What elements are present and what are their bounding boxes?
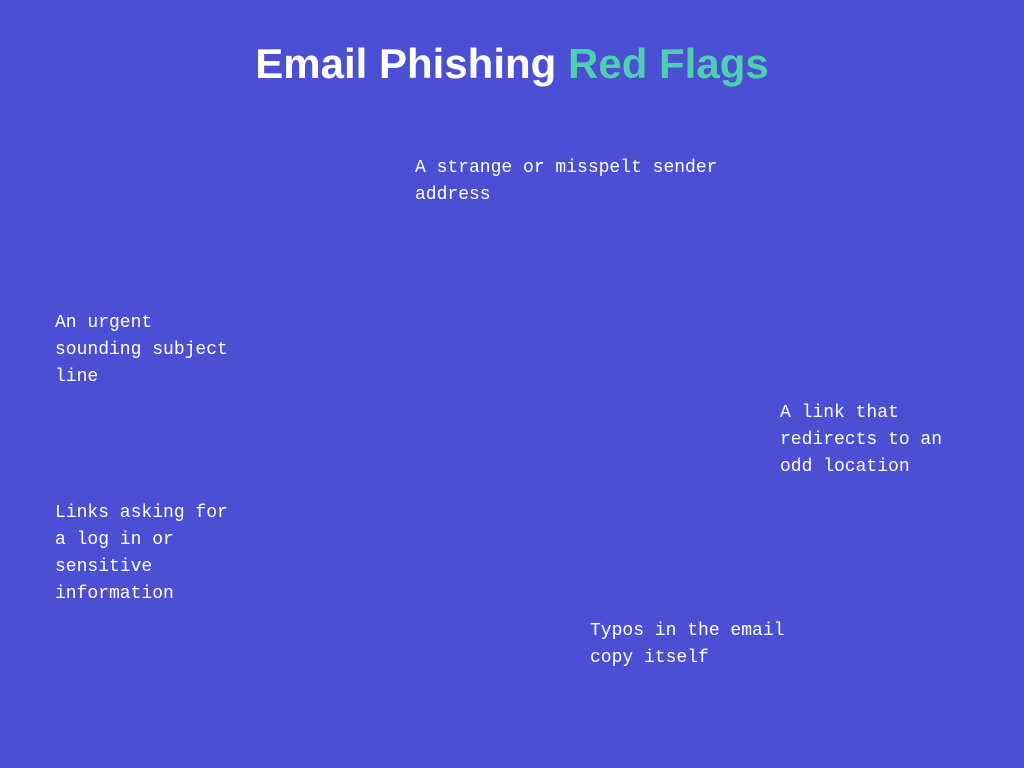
page-title: Email Phishing Red Flags (0, 40, 1024, 88)
flag-typos: Typos in the emailcopy itself (590, 618, 860, 672)
page: Email Phishing Red Flags A strange or mi… (0, 0, 1024, 768)
flag-sender: A strange or misspelt senderaddress (415, 155, 795, 209)
flag-login: Links asking fora log in orsensitiveinfo… (55, 500, 285, 608)
flag-link: A link thatredirects to anodd location (780, 400, 980, 481)
title-part1: Email Phishing (255, 40, 568, 87)
title-part2: Red Flags (568, 40, 769, 87)
flag-urgent: An urgentsounding subjectline (55, 310, 275, 391)
